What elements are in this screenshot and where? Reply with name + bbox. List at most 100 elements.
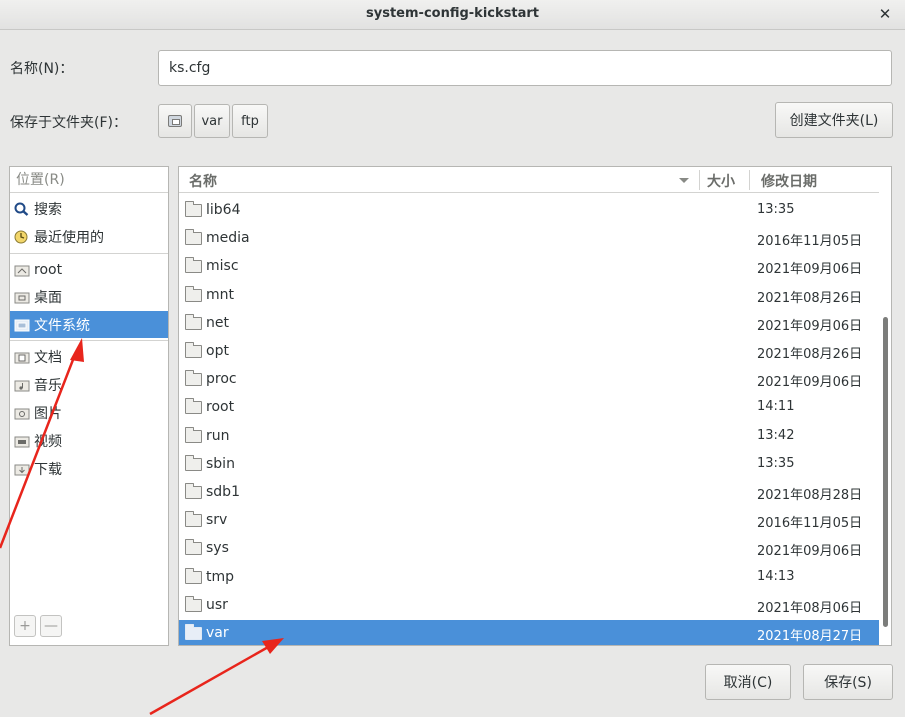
file-row-var[interactable]: var 2021年08月27日 [179,620,879,645]
file-modified: 2021年09月06日 [757,375,863,391]
folder-icon [185,257,202,274]
file-row-opt[interactable]: opt 2021年08月26日 [179,338,879,366]
drive-icon [14,318,30,332]
place-recent[interactable]: 最近使用的 [10,223,168,250]
path-root-button[interactable] [158,104,192,138]
folder-icon [185,595,202,612]
sort-arrow-icon [679,178,689,183]
file-name: usr [206,596,228,613]
pictures-folder-icon [14,406,30,420]
places-sidebar: 位置(R) 搜索 最近使用的 root 桌面 文件系统 文档 音乐 图片 视频 … [9,166,169,646]
place-label: 下载 [34,461,62,478]
column-size[interactable]: 大小 [707,171,735,191]
place-label: 图片 [34,405,62,422]
file-name: srv [206,512,228,529]
add-bookmark-button[interactable]: + [14,615,36,637]
file-modified: 2021年09月06日 [757,544,863,560]
drive-icon [168,115,182,127]
file-row-usr[interactable]: usr 2021年08月06日 [179,592,879,620]
places-actions: + — [14,615,66,637]
file-row-proc[interactable]: proc 2021年09月06日 [179,366,879,394]
save-button[interactable]: 保存(S) [803,664,893,700]
folder-icon [185,285,202,302]
file-row-sys[interactable]: sys 2021年09月06日 [179,535,879,563]
place-filesystem[interactable]: 文件系统 [10,311,168,338]
place-music[interactable]: 音乐 [10,371,168,398]
cancel-button[interactable]: 取消(C) [705,664,791,700]
folder-icon [185,454,202,471]
file-modified: 2021年09月06日 [757,262,863,278]
folder-icon [185,398,202,415]
file-row-media[interactable]: media 2016年11月05日 [179,225,879,253]
place-label: root [34,261,63,278]
title-bar: system-config-kickstart ✕ [0,0,905,30]
folder-icon [185,313,202,330]
folder-icon [185,342,202,358]
place-label: 文件系统 [34,317,90,334]
path-button-ftp[interactable]: ftp [232,104,268,138]
place-label: 音乐 [34,377,62,394]
column-name[interactable]: 名称 [189,171,217,191]
vertical-scrollbar[interactable] [883,317,888,627]
file-name: var [206,625,229,641]
place-downloads[interactable]: 下载 [10,455,168,482]
file-row-mnt[interactable]: mnt 2021年08月26日 [179,282,879,310]
folder-icon [185,370,202,387]
path-button-var[interactable]: var [194,104,230,138]
folder-icon [185,624,202,640]
file-row-tmp[interactable]: tmp 14:13 [179,564,879,592]
file-modified: 2021年08月28日 [757,488,863,503]
create-folder-button[interactable]: 创建文件夹(L) [775,102,893,138]
place-label: 搜索 [34,201,62,218]
music-folder-icon [14,378,30,392]
remove-bookmark-button[interactable]: — [40,615,62,637]
place-label: 最近使用的 [34,229,104,246]
file-name: tmp [206,568,235,585]
file-modified: 2016年11月05日 [757,234,863,250]
file-modified: 2021年08月26日 [757,290,863,306]
place-root[interactable]: root [10,256,168,283]
file-modified: 13:35 [757,202,795,217]
file-row-root[interactable]: root 14:11 [179,394,879,422]
filename-input[interactable] [158,50,892,86]
name-label: 名称(N)： [10,61,74,77]
file-name: sbin [206,455,235,472]
place-videos[interactable]: 视频 [10,427,168,454]
place-documents[interactable]: 文档 [10,343,168,370]
file-modified: 14:13 [757,568,795,584]
videos-folder-icon [14,434,30,448]
file-name: media [206,230,250,247]
file-list: 名称 大小 修改日期 lib64 13:35 media 2016年11月05日 mis… [178,166,892,646]
file-row-sbin[interactable]: sbin 13:35 [179,451,879,479]
file-row-net[interactable]: net 2021年09月06日 [179,310,879,338]
file-row-sdb1[interactable]: sdb1 2021年08月28日 [179,479,879,507]
close-icon[interactable]: ✕ [877,5,893,23]
file-row-srv[interactable]: srv 2016年11月05日 [179,507,879,535]
file-modified: 2021年08月27日 [757,629,863,644]
file-modified: 2021年08月06日 [757,600,863,616]
recent-icon [14,230,30,244]
file-row-run[interactable]: run 13:42 [179,423,879,451]
file-name: proc [206,371,237,388]
file-list-header: 名称 大小 修改日期 [179,167,879,193]
file-row-misc[interactable]: misc 2021年09月06日 [179,253,879,281]
folder-icon [185,201,202,217]
column-modified[interactable]: 修改日期 [761,171,817,191]
file-row-lib64[interactable]: lib64 13:35 [179,197,879,225]
folder-icon [185,539,202,556]
folder-icon [185,567,202,584]
file-name: lib64 [206,202,241,218]
desktop-folder-icon [14,290,30,304]
folder-icon [185,229,202,246]
place-desktop[interactable]: 桌面 [10,283,168,310]
file-name: sys [206,540,229,557]
place-pictures[interactable]: 图片 [10,399,168,426]
file-name: sdb1 [206,484,240,500]
places-header: 位置(R) [10,167,168,193]
place-label: 文档 [34,349,62,366]
file-modified: 13:42 [757,427,795,443]
file-name: root [206,399,235,416]
folder-icon [185,511,202,528]
place-search[interactable]: 搜索 [10,195,168,222]
file-modified: 2021年09月06日 [757,318,863,334]
